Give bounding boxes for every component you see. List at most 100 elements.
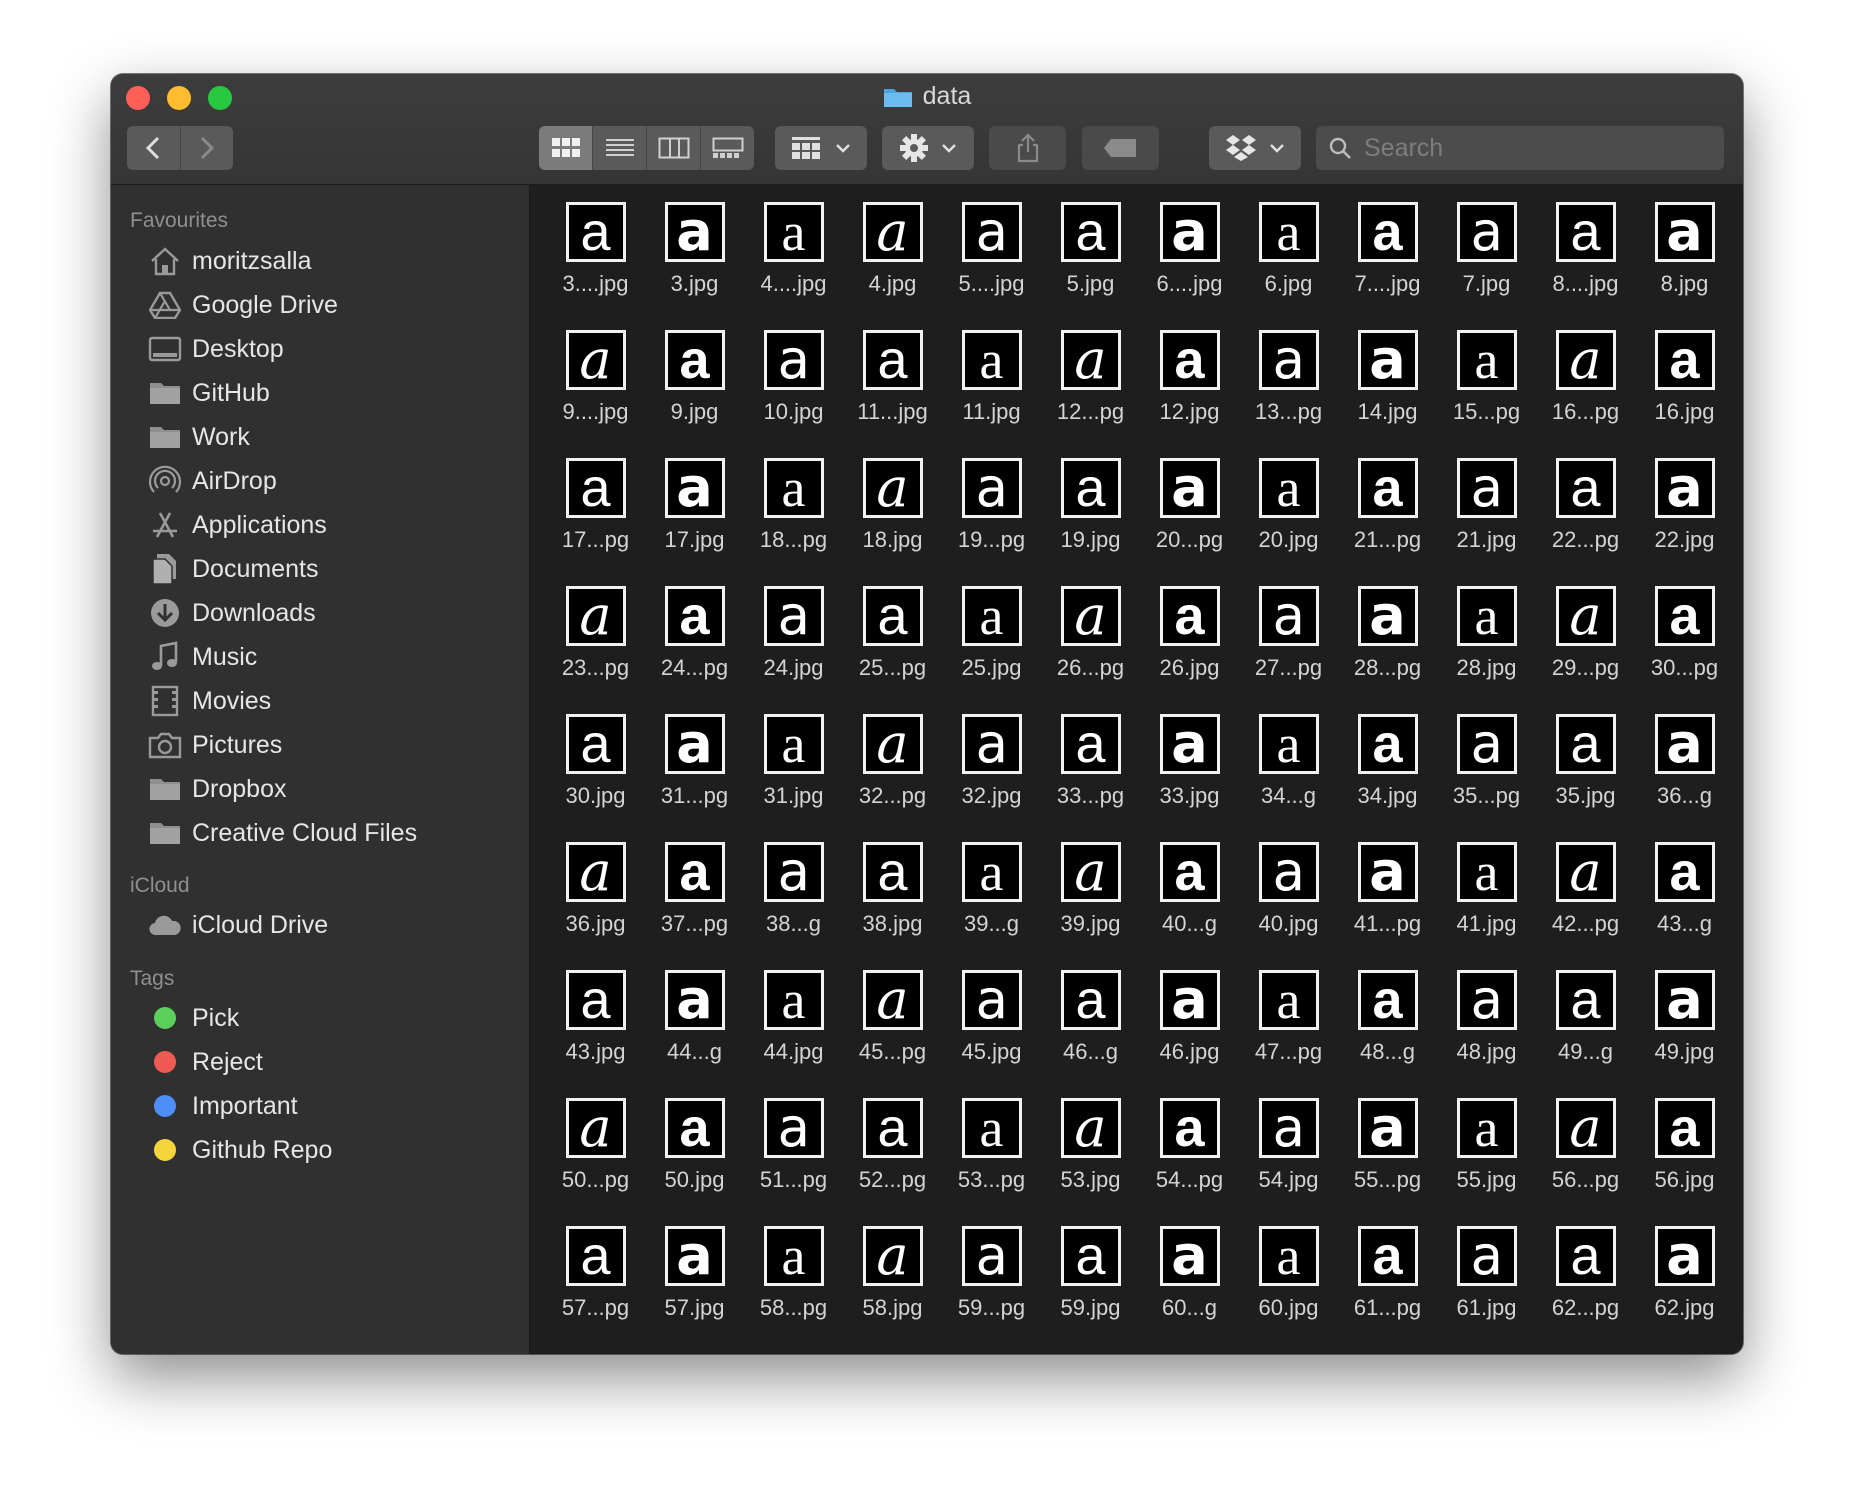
file-item[interactable]: a 33.jpg xyxy=(1140,714,1239,842)
file-item[interactable]: a 28.jpg xyxy=(1437,586,1536,714)
file-item[interactable]: a 11...jpg xyxy=(843,330,942,458)
sidebar-item-google-drive[interactable]: Google Drive xyxy=(147,283,338,327)
file-item[interactable]: a 18.jpg xyxy=(843,458,942,586)
sidebar-tag-pick[interactable]: Pick xyxy=(147,996,239,1040)
file-item[interactable]: a 8.jpg xyxy=(1635,202,1734,330)
file-item[interactable]: a 27...pg xyxy=(1239,586,1338,714)
sidebar-item-applications[interactable]: Applications xyxy=(147,503,327,547)
file-item[interactable]: a 17...pg xyxy=(546,458,645,586)
file-item[interactable]: a 5....jpg xyxy=(942,202,1041,330)
sidebar-tag-important[interactable]: Important xyxy=(147,1084,298,1128)
file-item[interactable]: a 15...pg xyxy=(1437,330,1536,458)
file-item[interactable]: a 22.jpg xyxy=(1635,458,1734,586)
file-item[interactable]: a 12...pg xyxy=(1041,330,1140,458)
file-item[interactable]: a 35...pg xyxy=(1437,714,1536,842)
file-item[interactable]: a 40.jpg xyxy=(1239,842,1338,970)
group-by-button[interactable] xyxy=(775,126,867,170)
sidebar-item-airdrop[interactable]: AirDrop xyxy=(147,459,277,503)
file-item[interactable]: a 25.jpg xyxy=(942,586,1041,714)
file-item[interactable]: a 42...pg xyxy=(1536,842,1635,970)
sidebar-item-movies[interactable]: Movies xyxy=(147,679,271,723)
icon-view-button[interactable] xyxy=(539,126,593,170)
file-item[interactable]: a 32...pg xyxy=(843,714,942,842)
file-item[interactable]: a 10.jpg xyxy=(744,330,843,458)
action-menu-button[interactable] xyxy=(882,126,974,170)
file-item[interactable]: a 36...g xyxy=(1635,714,1734,842)
file-item[interactable]: a 61...pg xyxy=(1338,1226,1437,1354)
file-item[interactable]: a 21...pg xyxy=(1338,458,1437,586)
file-item[interactable]: a 12.jpg xyxy=(1140,330,1239,458)
file-item[interactable]: a 48.jpg xyxy=(1437,970,1536,1098)
file-item[interactable]: a 49.jpg xyxy=(1635,970,1734,1098)
file-item[interactable]: a 21.jpg xyxy=(1437,458,1536,586)
file-item[interactable]: a 28...pg xyxy=(1338,586,1437,714)
file-item[interactable]: a 62.jpg xyxy=(1635,1226,1734,1354)
file-item[interactable]: a 25...pg xyxy=(843,586,942,714)
file-item[interactable]: a 6.jpg xyxy=(1239,202,1338,330)
file-item[interactable]: a 55.jpg xyxy=(1437,1098,1536,1226)
file-item[interactable]: a 46.jpg xyxy=(1140,970,1239,1098)
file-item[interactable]: a 36.jpg xyxy=(546,842,645,970)
file-item[interactable]: a 16.jpg xyxy=(1635,330,1734,458)
file-item[interactable]: a 43...g xyxy=(1635,842,1734,970)
file-item[interactable]: a 50...pg xyxy=(546,1098,645,1226)
file-item[interactable]: a 50.jpg xyxy=(645,1098,744,1226)
sidebar-item-creative-cloud-files[interactable]: Creative Cloud Files xyxy=(147,811,417,855)
file-item[interactable]: a 39...g xyxy=(942,842,1041,970)
file-item[interactable]: a 30.jpg xyxy=(546,714,645,842)
file-item[interactable]: a 20...pg xyxy=(1140,458,1239,586)
file-item[interactable]: a 33...pg xyxy=(1041,714,1140,842)
file-item[interactable]: a 31.jpg xyxy=(744,714,843,842)
forward-button[interactable] xyxy=(181,126,234,170)
sidebar-tag-github-repo[interactable]: Github Repo xyxy=(147,1128,332,1172)
file-item[interactable]: a 30...pg xyxy=(1635,586,1734,714)
gallery-view-button[interactable] xyxy=(701,126,754,170)
file-item[interactable]: a 8....jpg xyxy=(1536,202,1635,330)
sidebar-item-music[interactable]: Music xyxy=(147,635,257,679)
sidebar-item-documents[interactable]: Documents xyxy=(147,547,318,591)
file-item[interactable]: a 22...pg xyxy=(1536,458,1635,586)
file-item[interactable]: a 16...pg xyxy=(1536,330,1635,458)
file-item[interactable]: a 11.jpg xyxy=(942,330,1041,458)
file-item[interactable]: a 48...g xyxy=(1338,970,1437,1098)
file-item[interactable]: a 20.jpg xyxy=(1239,458,1338,586)
file-item[interactable]: a 23...pg xyxy=(546,586,645,714)
file-item[interactable]: a 55...pg xyxy=(1338,1098,1437,1226)
tags-button[interactable] xyxy=(1082,126,1159,170)
file-item[interactable]: a 44...g xyxy=(645,970,744,1098)
file-item[interactable]: a 57.jpg xyxy=(645,1226,744,1354)
back-button[interactable] xyxy=(127,126,181,170)
file-item[interactable]: a 7....jpg xyxy=(1338,202,1437,330)
sidebar-item-moritzsalla[interactable]: moritzsalla xyxy=(147,239,311,283)
file-item[interactable]: a 4....jpg xyxy=(744,202,843,330)
file-item[interactable]: a 58.jpg xyxy=(843,1226,942,1354)
file-item[interactable]: a 60.jpg xyxy=(1239,1226,1338,1354)
file-item[interactable]: a 46...g xyxy=(1041,970,1140,1098)
file-item[interactable]: a 9.jpg xyxy=(645,330,744,458)
file-item[interactable]: a 38.jpg xyxy=(843,842,942,970)
file-item[interactable]: a 19...pg xyxy=(942,458,1041,586)
file-item[interactable]: a 7.jpg xyxy=(1437,202,1536,330)
sidebar-item-pictures[interactable]: Pictures xyxy=(147,723,282,767)
file-item[interactable]: a 34...g xyxy=(1239,714,1338,842)
file-item[interactable]: a 6....jpg xyxy=(1140,202,1239,330)
file-item[interactable]: a 29...pg xyxy=(1536,586,1635,714)
file-item[interactable]: a 40...g xyxy=(1140,842,1239,970)
sidebar-item-downloads[interactable]: Downloads xyxy=(147,591,316,635)
file-item[interactable]: a 53...pg xyxy=(942,1098,1041,1226)
file-item[interactable]: a 53.jpg xyxy=(1041,1098,1140,1226)
file-item[interactable]: a 57...pg xyxy=(546,1226,645,1354)
sidebar-tag-reject[interactable]: Reject xyxy=(147,1040,263,1084)
file-item[interactable]: a 5.jpg xyxy=(1041,202,1140,330)
file-item[interactable]: a 56...pg xyxy=(1536,1098,1635,1226)
dropbox-menu-button[interactable] xyxy=(1209,126,1301,170)
file-item[interactable]: a 45...pg xyxy=(843,970,942,1098)
file-item[interactable]: a 34.jpg xyxy=(1338,714,1437,842)
file-item[interactable]: a 13...pg xyxy=(1239,330,1338,458)
file-item[interactable]: a 41.jpg xyxy=(1437,842,1536,970)
file-item[interactable]: a 38...g xyxy=(744,842,843,970)
file-item[interactable]: a 3....jpg xyxy=(546,202,645,330)
file-item[interactable]: a 61.jpg xyxy=(1437,1226,1536,1354)
sidebar-item-dropbox[interactable]: Dropbox xyxy=(147,767,287,811)
file-item[interactable]: a 43.jpg xyxy=(546,970,645,1098)
